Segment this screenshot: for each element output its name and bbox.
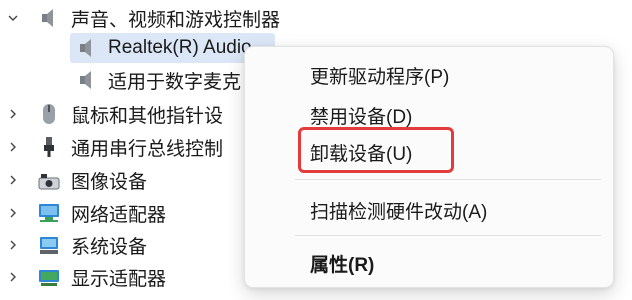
usb-icon <box>36 134 62 160</box>
chevron-right-icon[interactable] <box>6 107 20 121</box>
speaker-icon <box>74 35 100 61</box>
chevron-right-icon[interactable] <box>6 173 20 187</box>
menu-item-update-driver[interactable]: 更新驱动程序(P) <box>245 58 613 92</box>
tree-item-label: 声音、视频和游戏控制器 <box>71 9 281 31</box>
system-device-icon <box>36 232 62 258</box>
tree-item-label: 显示适配器 <box>71 268 167 290</box>
menu-separator <box>295 179 601 180</box>
menu-item-properties[interactable]: 属性(R) <box>245 246 613 280</box>
menu-separator <box>295 235 601 236</box>
chevron-right-icon[interactable] <box>6 140 20 154</box>
annotation-highlight-box <box>298 127 454 173</box>
chevron-right-icon[interactable] <box>6 270 20 284</box>
menu-item-label: 属性(R) <box>310 254 375 276</box>
camera-icon <box>36 167 62 193</box>
chevron-down-icon[interactable] <box>6 11 20 25</box>
menu-item-label: 禁用设备(D) <box>310 106 413 128</box>
chevron-right-icon[interactable] <box>6 206 20 220</box>
speaker-icon <box>74 67 100 93</box>
chevron-right-icon[interactable] <box>6 238 20 252</box>
tree-item-label: 网络适配器 <box>71 204 167 226</box>
menu-item-label: 更新驱动程序(P) <box>310 66 450 88</box>
tree-item-label: 鼠标和其他指针设 <box>71 105 224 127</box>
tree-item-label: 系统设备 <box>71 236 148 258</box>
tree-item-label: Realtek(R) Audio <box>108 37 252 58</box>
menu-item-label: 扫描检测硬件改动(A) <box>310 201 488 223</box>
tree-item-label: 图像设备 <box>71 171 148 193</box>
menu-item-scan-hardware[interactable]: 扫描检测硬件改动(A) <box>245 193 613 227</box>
tree-item-label: 通用串行总线控制 <box>71 138 224 160</box>
display-adapter-icon <box>36 264 62 290</box>
speaker-icon <box>36 5 62 31</box>
tree-item-label: 适用于数字麦克 <box>108 71 242 93</box>
network-icon <box>36 200 62 226</box>
mouse-icon <box>36 101 62 127</box>
